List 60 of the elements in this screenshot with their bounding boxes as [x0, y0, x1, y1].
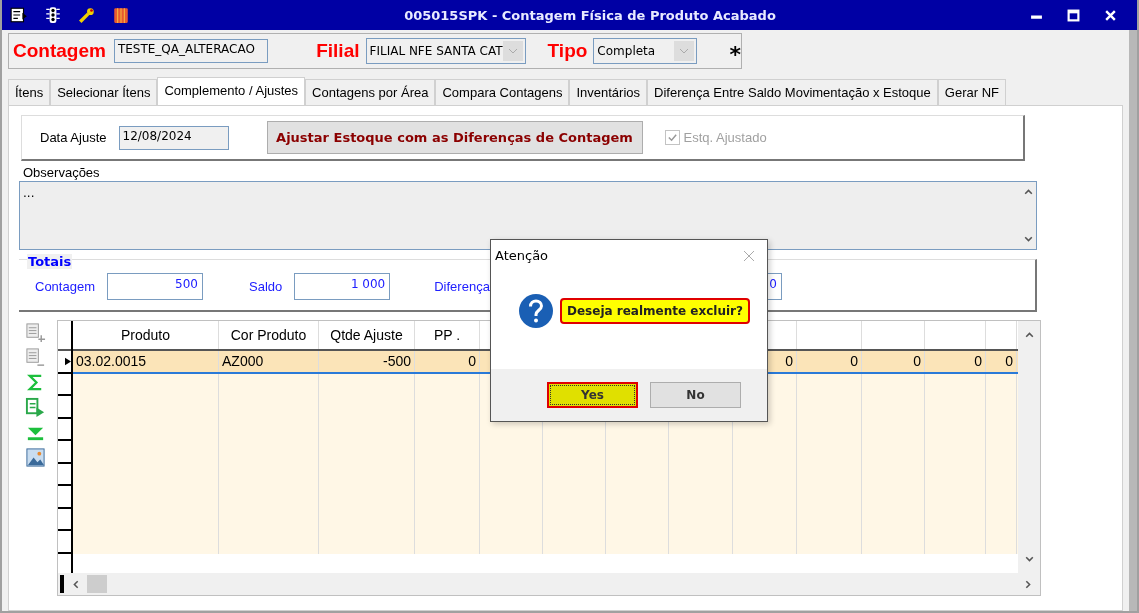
tab[interactable]: Inventários [569, 79, 648, 105]
table-cell: 0 [925, 351, 986, 372]
tab[interactable]: Gerar NF [937, 79, 1006, 105]
contagem-label: Contagem [13, 40, 106, 62]
tab[interactable]: Ítens [8, 79, 51, 105]
table-cell: 0 [862, 351, 925, 372]
scroll-up-icon[interactable] [1023, 329, 1035, 340]
check-icon [666, 132, 678, 143]
column-header[interactable]: Qtde Ajuste [319, 321, 415, 349]
date-label: Data Ajuste [40, 130, 107, 145]
image-icon[interactable] [25, 447, 46, 468]
question-icon [518, 293, 554, 329]
scroll-up-icon[interactable] [1023, 186, 1034, 197]
maximize-icon[interactable] [1067, 8, 1080, 22]
scroll-left-icon[interactable] [70, 578, 81, 590]
tab[interactable]: Diferença Entre Saldo Movimentação x Estoque [647, 79, 938, 105]
dialog-message: Deseja realmente excluir? [560, 298, 750, 324]
scroll-right-icon[interactable] [1023, 578, 1034, 590]
totals-title: Totais [27, 254, 73, 269]
table-cell: 0 [415, 351, 480, 372]
table-cell: 0 [797, 351, 862, 372]
scroll-down-icon[interactable] [1023, 554, 1035, 565]
total-label: Diferença [434, 279, 490, 294]
total-label: Contagem [35, 279, 95, 294]
date-field[interactable]: 12/08/2024 [118, 125, 229, 150]
table-cell: AZ000 [219, 351, 319, 372]
observations-label: Observações [22, 165, 101, 181]
scroll-down-icon[interactable] [1023, 234, 1034, 245]
window-title: 005015SPK - Contagem Física de Produto Acabado [403, 7, 777, 23]
total-label: Saldo [249, 279, 283, 294]
column-header[interactable]: PP . [415, 321, 480, 349]
dialog-title: Atenção [495, 248, 549, 263]
checkbox-label: Estq. Ajustado [683, 130, 767, 145]
column-header[interactable]: Produto [73, 321, 219, 349]
table-cell: 0 [986, 351, 1017, 372]
table-cell: 03.02.0015 [73, 351, 219, 372]
tab[interactable]: Contagens por Área [305, 79, 436, 105]
tab[interactable]: Complemento / Ajustes [157, 77, 306, 105]
traffic-light-icon[interactable] [44, 6, 62, 24]
no-button[interactable]: No [650, 382, 741, 408]
table-cell: -500 [319, 351, 415, 372]
adjust-stock-button[interactable]: Ajustar Estoque com as Diferenças de Contagem [266, 121, 643, 154]
tipo-label: Tipo [547, 40, 588, 62]
filial-label: Filial [316, 40, 360, 62]
total-field[interactable]: 500 [107, 273, 203, 300]
tipo-dropdown[interactable]: Completa [593, 38, 698, 64]
observations-field[interactable]: ... [19, 181, 1037, 250]
tab[interactable]: Compara Contagens [435, 79, 570, 105]
column-header[interactable]: Cor Produto [219, 321, 319, 349]
tab[interactable]: Selecionar Ítens [50, 79, 158, 105]
scrollbar-thumb[interactable] [87, 575, 107, 593]
total-field[interactable]: 1 000 [294, 273, 391, 300]
filial-dropdown[interactable]: FILIAL NFE SANTA CAT [365, 38, 526, 64]
wrench-icon[interactable] [78, 6, 96, 24]
export-icon[interactable] [25, 397, 46, 418]
asterisk-mark: * [729, 41, 741, 66]
add-row-icon[interactable] [25, 322, 46, 343]
contagem-field[interactable]: TESTE_QA_ALTERACAO [113, 39, 269, 63]
books-icon[interactable] [112, 6, 130, 24]
yes-button[interactable]: Yes [547, 382, 638, 408]
